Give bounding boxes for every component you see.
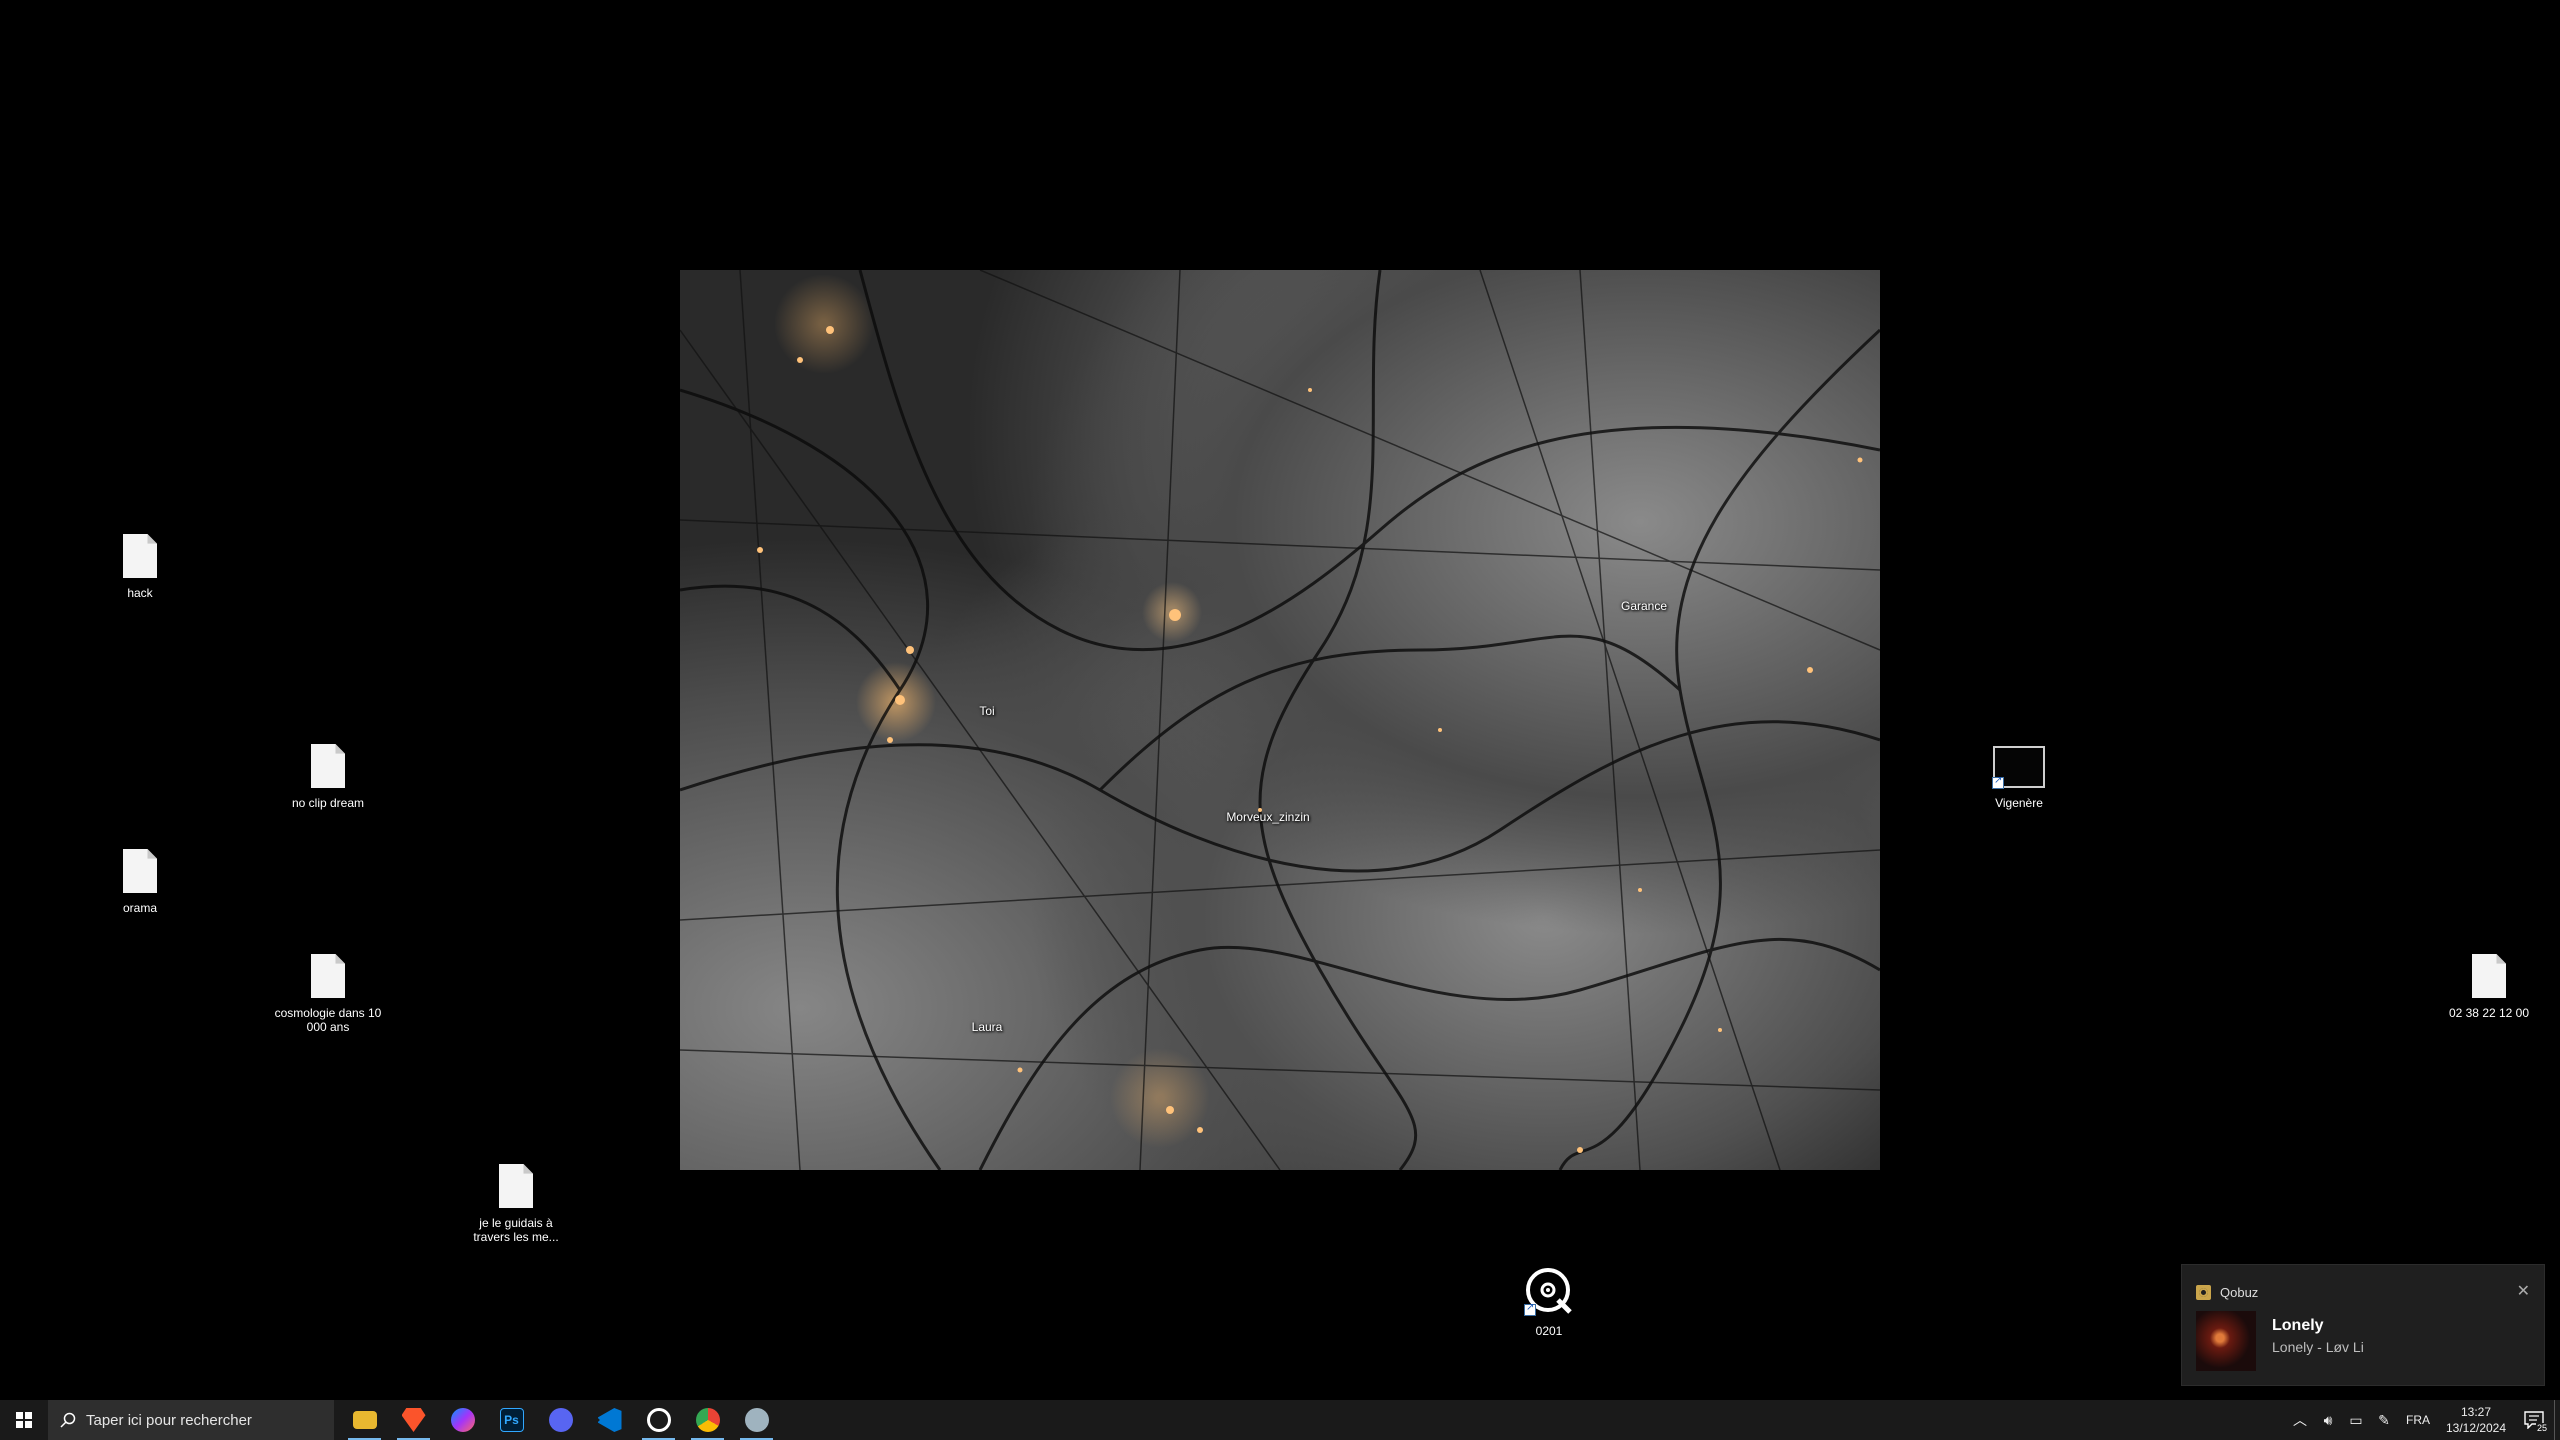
shortcut-arrow-icon — [1992, 775, 2004, 789]
taskbar-app-brave[interactable] — [389, 1400, 438, 1440]
volume-icon[interactable]: 🔊︎ — [2314, 1400, 2342, 1440]
desktop-folder-garance[interactable]: Garance — [1584, 547, 1704, 613]
toast-app-name: Qobuz — [2220, 1285, 2259, 1300]
taskbar-app-messenger[interactable] — [438, 1400, 487, 1440]
show-desktop-button[interactable] — [2554, 1400, 2560, 1440]
taskbar-app-vscode[interactable] — [585, 1400, 634, 1440]
desktop-folder-morveux-zinzin[interactable]: Morveux_zinzin — [1208, 758, 1328, 824]
desktop-file-no-clip-dream[interactable]: no clip dream — [268, 740, 388, 810]
folder-icon — [987, 968, 988, 1012]
folder-icon — [1268, 758, 1269, 802]
qobuz-icon — [646, 1408, 671, 1432]
app-thumbnail-icon — [1992, 746, 2045, 789]
toast-track-title: Lonely — [2272, 1317, 2324, 1334]
chrome-icon — [695, 1408, 720, 1432]
folder-icon — [987, 652, 988, 696]
toast-track-subtitle: Lonely - Løv Li — [2272, 1339, 2364, 1355]
folder-icon — [352, 1411, 377, 1429]
folder-icon — [1644, 547, 1645, 591]
text-file-icon — [2472, 954, 2506, 998]
language-indicator[interactable]: FRA — [2398, 1413, 2438, 1427]
app-icon — [744, 1408, 769, 1432]
text-file-icon — [311, 744, 345, 788]
taskbar: Ps ︿ 🔊︎ ▭ ✎ FRA 13:27 13/12/2024 — [0, 1400, 2560, 1440]
taskbar-app-chrome[interactable] — [683, 1400, 732, 1440]
desktop-folder-laura[interactable]: Laura — [927, 968, 1047, 1034]
search-icon — [60, 1412, 76, 1428]
taskbar-search[interactable] — [48, 1400, 334, 1440]
cosmic-web-filaments — [680, 270, 1880, 1170]
album-art — [2196, 1311, 2256, 1371]
text-file-icon — [123, 849, 157, 893]
qobuz-icon — [1524, 1266, 1574, 1316]
taskbar-app-other[interactable] — [732, 1400, 781, 1440]
windows-logo-icon — [16, 1412, 32, 1428]
chevron-up-icon[interactable]: ︿ — [2286, 1400, 2314, 1440]
desktop-file-phone[interactable]: 02 38 22 12 00 — [2429, 950, 2549, 1020]
close-icon[interactable]: ✕ — [2517, 1281, 2530, 1301]
taskbar-pinned-apps: Ps — [340, 1400, 781, 1440]
network-icon[interactable]: ▭ — [2342, 1400, 2370, 1440]
taskbar-app-discord[interactable] — [536, 1400, 585, 1440]
qobuz-notification-toast[interactable]: Qobuz ✕ Lonely Lonely - Løv Li — [2181, 1264, 2545, 1386]
desktop-file-cosmologie[interactable]: cosmologie dans 10 000 ans — [268, 950, 388, 1034]
taskbar-app-photoshop[interactable]: Ps — [487, 1400, 536, 1440]
text-file-icon — [499, 1164, 533, 1208]
desktop-wallpaper-image — [680, 270, 1880, 1170]
taskbar-clock[interactable]: 13:27 13/12/2024 — [2438, 1404, 2514, 1436]
system-tray: ︿ 🔊︎ ▭ ✎ FRA 13:27 13/12/2024 25 — [2286, 1400, 2560, 1440]
qobuz-app-icon — [2196, 1285, 2211, 1300]
vscode-icon — [597, 1408, 622, 1432]
photoshop-icon: Ps — [499, 1408, 524, 1432]
pen-icon[interactable]: ✎ — [2370, 1400, 2398, 1440]
taskbar-app-file-explorer[interactable] — [340, 1400, 389, 1440]
messenger-icon — [450, 1408, 475, 1432]
desktop-folder-toi[interactable]: Toi — [927, 652, 1047, 718]
taskbar-app-qobuz[interactable] — [634, 1400, 683, 1440]
desktop-file-je-le-guidais[interactable]: je le guidais à travers les me... — [456, 1160, 576, 1244]
desktop-shortcut-vigenere[interactable]: Vigenère — [1959, 742, 2079, 810]
shortcut-arrow-icon — [1524, 1302, 1536, 1316]
search-input[interactable] — [86, 1411, 316, 1429]
desktop-shortcut-0201[interactable]: 0201 — [1489, 1266, 1609, 1338]
clock-time: 13:27 — [2460, 1405, 2492, 1419]
text-file-icon — [311, 954, 345, 998]
desktop-file-hack[interactable]: hack — [80, 530, 200, 600]
discord-icon — [548, 1408, 573, 1432]
start-button[interactable] — [0, 1400, 48, 1440]
clock-date: 13/12/2024 — [2445, 1421, 2507, 1435]
text-file-icon — [123, 534, 157, 578]
notification-count-badge: 25 — [2535, 1423, 2548, 1433]
brave-icon — [401, 1408, 426, 1432]
notification-center-button[interactable]: 25 — [2514, 1400, 2554, 1440]
desktop-file-orama[interactable]: orama — [80, 845, 200, 915]
